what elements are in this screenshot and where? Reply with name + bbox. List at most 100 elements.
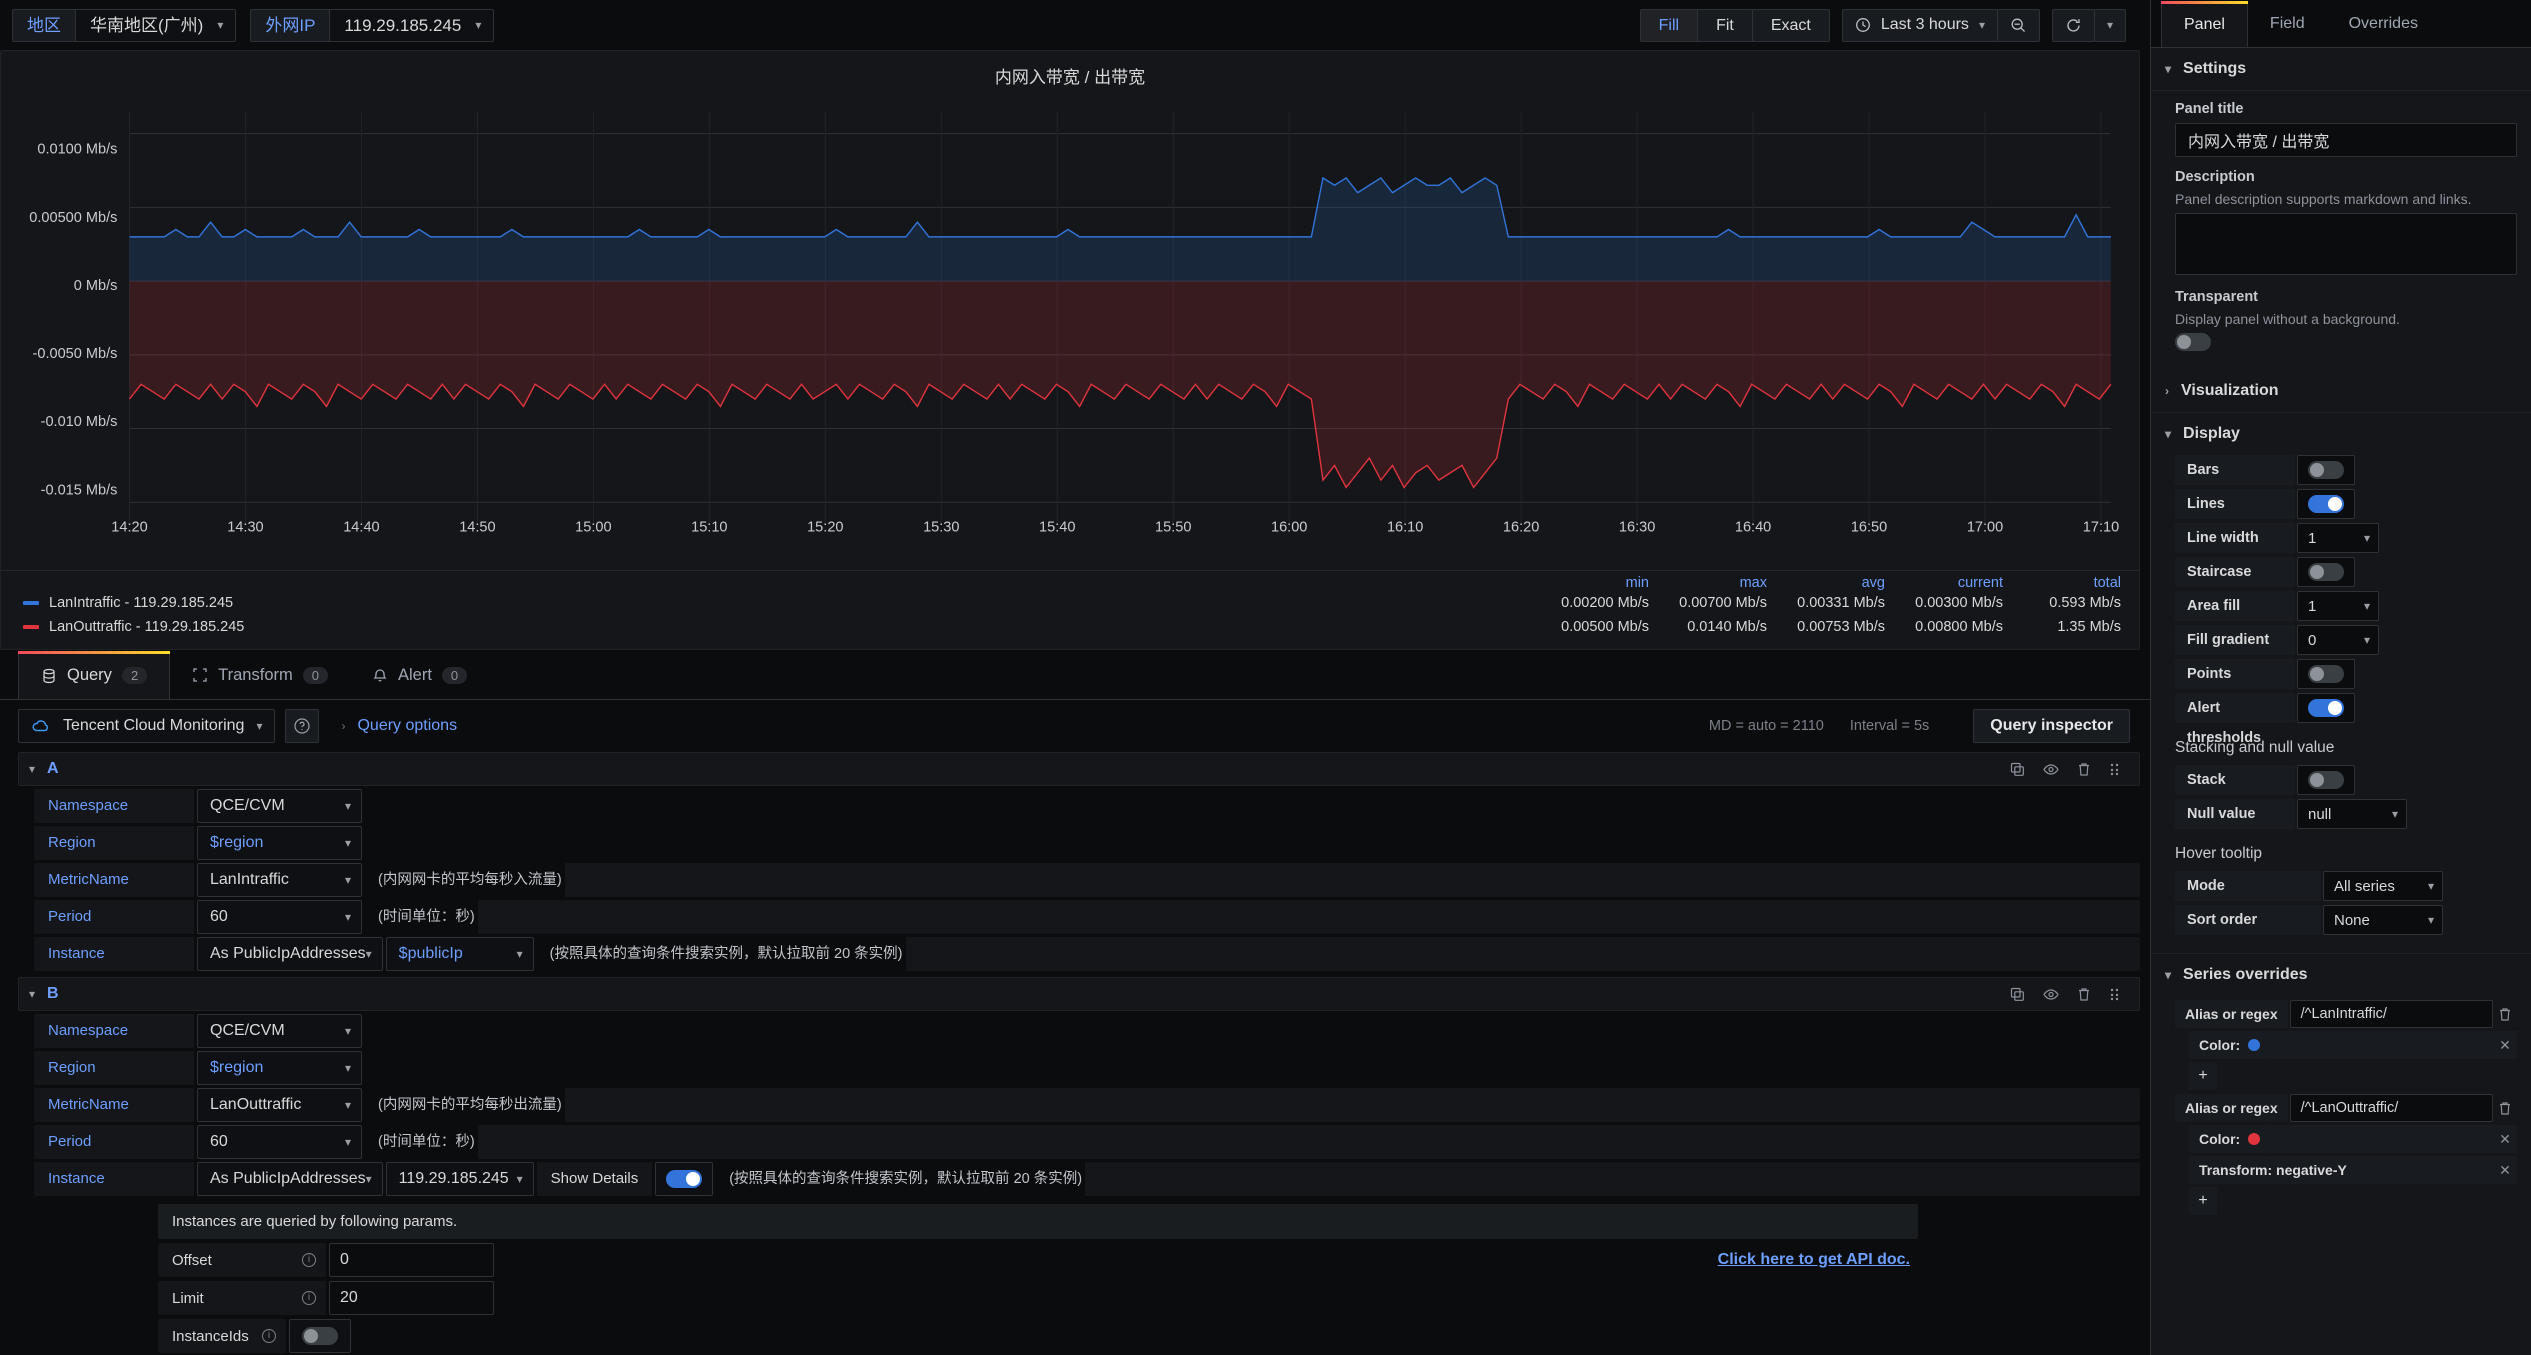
tab-query[interactable]: Query 2 (18, 651, 171, 699)
hide-query-icon[interactable] (2043, 762, 2059, 777)
series-overrides-header[interactable]: ▾ Series overrides (2151, 953, 2531, 996)
remove-query-icon[interactable] (2077, 762, 2091, 777)
drag-handle-icon[interactable] (2109, 762, 2123, 777)
query-options-toggle[interactable]: › Query options (341, 717, 457, 735)
instanceids-toggle-cell[interactable] (289, 1319, 351, 1353)
info-icon[interactable]: i (262, 1329, 276, 1343)
tab-panel[interactable]: Panel (2161, 1, 2248, 47)
display-section-header[interactable]: ▾ Display (2151, 413, 2531, 455)
legend-col-total[interactable]: total (2003, 575, 2121, 591)
variable-select-region[interactable]: 华南地区(广州) ▾ (75, 8, 237, 42)
legend-row[interactable]: LanOuttraffic - 119.29.185.245 0.00500 M… (1, 615, 2139, 639)
legend-col-avg[interactable]: avg (1767, 575, 1885, 591)
stack-toggle[interactable] (2308, 771, 2344, 789)
fit-button[interactable]: Fit (1697, 8, 1753, 42)
settings-section-header[interactable]: ▾ Settings (2151, 48, 2531, 91)
show-details-toggle-cell[interactable] (655, 1162, 714, 1196)
refresh-interval-dropdown[interactable]: ▾ (2093, 8, 2126, 42)
remove-query-icon[interactable] (2077, 987, 2091, 1002)
api-doc-link[interactable]: Click here to get API doc. (1718, 1243, 1910, 1277)
datasource-help-button[interactable] (285, 709, 320, 743)
staircase-toggle[interactable] (2308, 563, 2344, 581)
fill-button[interactable]: Fill (1639, 8, 1699, 42)
namespace-select-a[interactable]: QCE/CVM ▾ (197, 789, 362, 823)
points-toggle-cell[interactable] (2297, 659, 2355, 689)
remove-prop-icon-2[interactable]: ✕ (2493, 1125, 2517, 1153)
namespace-select-b[interactable]: QCE/CVM ▾ (197, 1014, 362, 1048)
region-select-b[interactable]: $region ▾ (197, 1051, 362, 1085)
drag-handle-icon[interactable] (2109, 987, 2123, 1002)
chevron-down-icon[interactable]: ▾ (29, 987, 35, 1001)
description-textarea[interactable] (2175, 213, 2517, 275)
refresh-button[interactable] (2051, 8, 2095, 42)
instance-value-select-a[interactable]: $publicIp ▾ (385, 937, 534, 971)
visualization-section-header[interactable]: › Visualization (2151, 370, 2531, 413)
delete-override-icon-1[interactable] (2493, 1000, 2517, 1028)
add-override-prop-button-1[interactable]: + (2189, 1062, 2217, 1090)
instance-value-select-b[interactable]: 119.29.185.245 ▾ (385, 1162, 534, 1196)
query-b-header[interactable]: ▾ B (18, 977, 2140, 1011)
points-toggle[interactable] (2308, 665, 2344, 683)
show-details-toggle[interactable] (666, 1170, 703, 1188)
offset-input[interactable]: 0 (329, 1243, 494, 1277)
override-transform-prop-2[interactable]: Transform: negative-Y (2189, 1156, 2357, 1184)
limit-input[interactable]: 20 (329, 1281, 494, 1315)
alias-input-1[interactable]: /^LanIntraffic/ (2289, 1000, 2493, 1028)
query-inspector-button[interactable]: Query inspector (1973, 709, 2130, 743)
bars-toggle-cell[interactable] (2297, 455, 2355, 485)
exact-button[interactable]: Exact (1751, 8, 1830, 42)
legend-col-max[interactable]: max (1649, 575, 1767, 591)
instance-mode-select-b[interactable]: As PublicIpAddresses ▾ (197, 1162, 383, 1196)
datasource-picker[interactable]: Tencent Cloud Monitoring ▾ (18, 709, 276, 743)
remove-prop-icon-1[interactable]: ✕ (2493, 1031, 2517, 1059)
chevron-down-icon[interactable]: ▾ (29, 762, 35, 776)
lines-toggle[interactable] (2308, 495, 2344, 513)
lines-toggle-cell[interactable] (2297, 489, 2355, 519)
info-icon[interactable]: i (302, 1253, 316, 1267)
sort-order-select[interactable]: None ▾ (2323, 905, 2443, 935)
instance-mode-select-a[interactable]: As PublicIpAddresses ▾ (197, 937, 383, 971)
legend-color-swatch[interactable] (23, 601, 39, 605)
override-color-prop-2[interactable]: Color: (2189, 1125, 2271, 1153)
panel-title-input[interactable]: 内网入带宽 / 出带宽 (2175, 123, 2517, 157)
staircase-toggle-cell[interactable] (2297, 557, 2355, 587)
tooltip-mode-select[interactable]: All series ▾ (2323, 871, 2443, 901)
bars-toggle[interactable] (2308, 461, 2344, 479)
query-a-header[interactable]: ▾ A (18, 752, 2140, 786)
alias-input-2[interactable]: /^LanOuttraffic/ (2289, 1094, 2493, 1122)
legend-col-min[interactable]: min (1531, 575, 1649, 591)
period-select-b[interactable]: 60 ▾ (197, 1125, 362, 1159)
info-icon[interactable]: i (302, 1291, 316, 1305)
fill-gradient-select[interactable]: 0 ▾ (2297, 625, 2379, 655)
transparent-toggle[interactable] (2175, 333, 2211, 351)
add-override-prop-button-2[interactable]: + (2189, 1187, 2217, 1215)
metricname-select-a[interactable]: LanIntraffic ▾ (197, 863, 362, 897)
legend-row[interactable]: LanIntraffic - 119.29.185.245 0.00200 Mb… (1, 591, 2139, 615)
null-value-select[interactable]: null ▾ (2297, 799, 2407, 829)
alert-thresholds-toggle[interactable] (2308, 699, 2344, 717)
instanceids-toggle[interactable] (302, 1327, 338, 1345)
tab-transform[interactable]: Transform 0 (170, 651, 350, 699)
alert-thresholds-toggle-cell[interactable] (2297, 693, 2355, 723)
region-select-a[interactable]: $region ▾ (197, 826, 362, 860)
tab-overrides[interactable]: Overrides (2327, 1, 2440, 47)
override-color-dot-2[interactable] (2248, 1133, 2261, 1145)
duplicate-query-icon[interactable] (2010, 762, 2025, 777)
override-color-dot-1[interactable] (2248, 1039, 2261, 1051)
time-range-picker[interactable]: Last 3 hours ▾ (1841, 8, 1998, 42)
override-color-prop-1[interactable]: Color: (2189, 1031, 2271, 1059)
area-fill-select[interactable]: 1 ▾ (2297, 591, 2379, 621)
legend-color-swatch[interactable] (23, 625, 39, 629)
variable-select-publicip[interactable]: 119.29.185.245 ▾ (329, 8, 495, 42)
tab-alert[interactable]: Alert 0 (350, 651, 489, 699)
legend-col-current[interactable]: current (1885, 575, 2003, 591)
hide-query-icon[interactable] (2043, 987, 2059, 1002)
duplicate-query-icon[interactable] (2010, 987, 2025, 1002)
zoom-out-button[interactable] (1996, 8, 2040, 42)
remove-prop-icon-3[interactable]: ✕ (2493, 1156, 2517, 1184)
period-select-a[interactable]: 60 ▾ (197, 900, 362, 934)
tab-field[interactable]: Field (2248, 1, 2327, 47)
stack-toggle-cell[interactable] (2297, 765, 2355, 795)
graph-plot-area[interactable]: 0.0100 Mb/s 0.00500 Mb/s 0 Mb/s -0.0050 Mb/… (1, 92, 2139, 570)
metricname-select-b[interactable]: LanOuttraffic ▾ (197, 1088, 362, 1122)
